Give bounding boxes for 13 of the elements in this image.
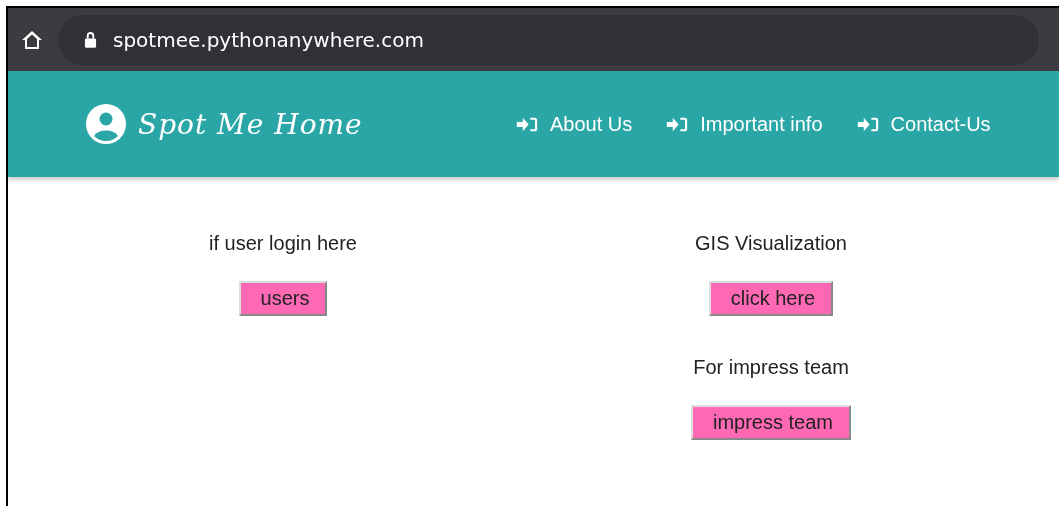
action-button[interactable]: impress team bbox=[691, 405, 851, 440]
section-label: For impress team bbox=[693, 356, 849, 379]
section-label: GIS Visualization bbox=[695, 232, 847, 255]
lock-icon bbox=[84, 31, 97, 48]
address-bar[interactable]: spotmee.pythonanywhere.com bbox=[58, 14, 1039, 65]
sign-in-icon bbox=[666, 115, 689, 133]
action-button[interactable]: users bbox=[238, 281, 328, 316]
section-label: if user login here bbox=[209, 232, 357, 255]
sign-in-icon bbox=[516, 115, 538, 133]
sign-in-icon bbox=[856, 115, 879, 133]
url-text: spotmee.pythonanywhere.com bbox=[113, 27, 424, 52]
user-icon bbox=[86, 104, 126, 144]
action-button[interactable]: click here bbox=[708, 281, 834, 316]
